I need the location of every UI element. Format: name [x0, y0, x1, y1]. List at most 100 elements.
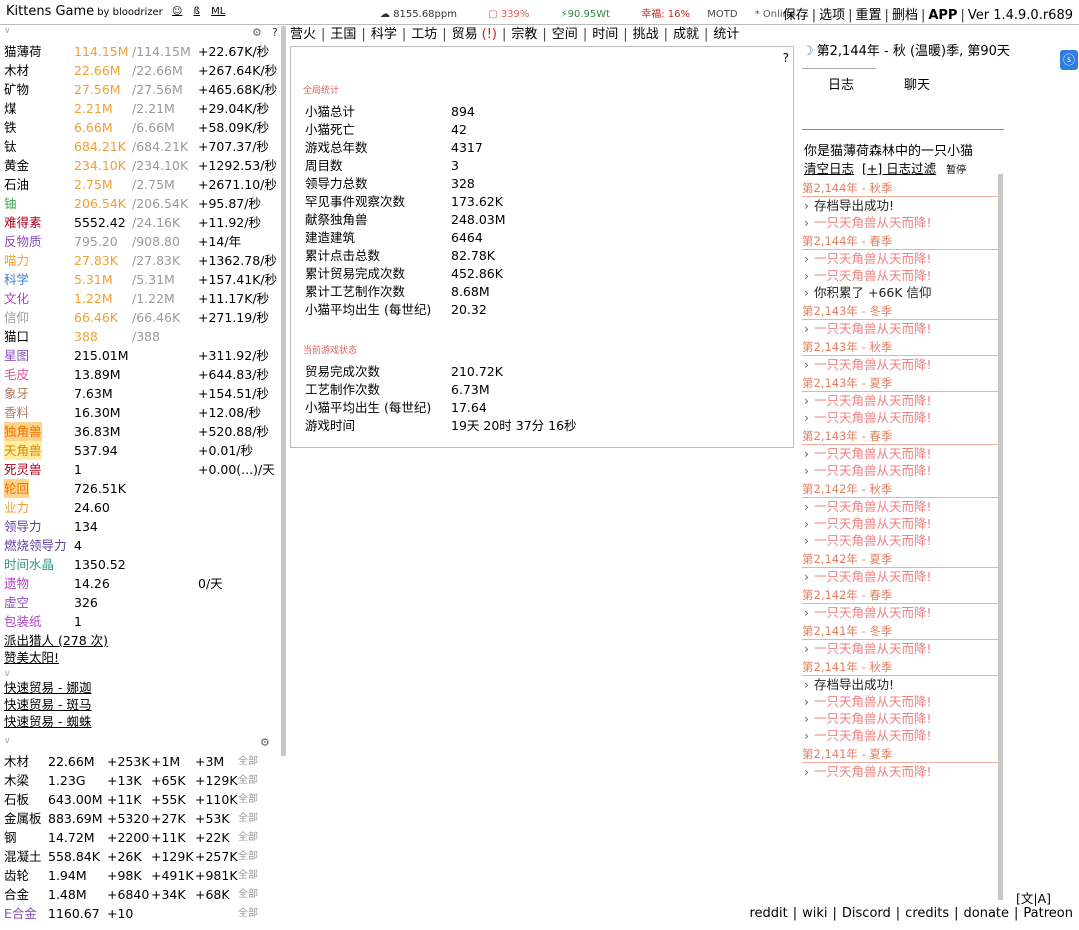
- craft-medium-button[interactable]: +129K: [151, 847, 194, 866]
- resource-name[interactable]: 遗物: [4, 574, 29, 593]
- craft-small-button[interactable]: +10: [107, 904, 133, 923]
- tab-1[interactable]: 王国: [330, 27, 356, 42]
- beta-link[interactable]: ß: [194, 6, 200, 17]
- fast-trade-naga-link[interactable]: 快速贸易 - 娜迦: [0, 679, 280, 696]
- resource-name[interactable]: 领导力: [4, 517, 42, 536]
- resource-name[interactable]: 文化: [4, 289, 29, 308]
- motd-link[interactable]: MOTD: [707, 9, 737, 20]
- craft-large-button[interactable]: +22K: [195, 828, 230, 847]
- fast-trade-spider-link[interactable]: 快速贸易 - 蜘蛛: [0, 713, 280, 730]
- footer-link-discord[interactable]: Discord: [842, 906, 891, 921]
- praise-sun-link[interactable]: 赞美太阳!: [0, 649, 280, 666]
- craft-large-button[interactable]: +129K: [195, 771, 238, 790]
- resource-name[interactable]: 铀: [4, 194, 17, 213]
- resource-name[interactable]: 铁: [4, 118, 17, 137]
- resource-name[interactable]: 黄金: [4, 156, 29, 175]
- craft-all-button[interactable]: 全部: [238, 904, 258, 923]
- resource-name[interactable]: 矿物: [4, 80, 29, 99]
- resources-collapse-icon[interactable]: ∨: [0, 26, 280, 36]
- tab-7[interactable]: 时间: [592, 27, 618, 42]
- wipe-button[interactable]: 删档: [892, 8, 918, 23]
- resource-name[interactable]: 香料: [4, 403, 29, 422]
- craft-large-button[interactable]: +110K: [195, 790, 238, 809]
- craft-large-button[interactable]: +3M: [195, 752, 224, 771]
- resource-name[interactable]: 虚空: [4, 593, 29, 612]
- tab-6[interactable]: 空间: [552, 27, 578, 42]
- tab-9[interactable]: 成就: [673, 27, 699, 42]
- craft-large-button[interactable]: +981K: [195, 866, 238, 885]
- fast-trade-zebra-link[interactable]: 快速贸易 - 斑马: [0, 696, 280, 713]
- resource-name[interactable]: 毛皮: [4, 365, 29, 384]
- craft-gear-icon[interactable]: ⚙: [260, 736, 270, 749]
- tab-5[interactable]: 宗教: [511, 27, 537, 42]
- craft-medium-button[interactable]: +1M: [151, 752, 180, 771]
- tab-8[interactable]: 挑战: [633, 27, 659, 42]
- log-scrollbar[interactable]: [998, 174, 1003, 900]
- resource-name[interactable]: 包装纸: [4, 612, 42, 631]
- tab-0[interactable]: 营火: [290, 27, 316, 42]
- craft-small-button[interactable]: +253K: [107, 752, 150, 771]
- resource-name[interactable]: 死灵兽: [4, 460, 42, 479]
- resource-name[interactable]: 钛: [4, 137, 17, 156]
- trade-collapse-icon[interactable]: ∨: [0, 669, 280, 679]
- craft-all-button[interactable]: 全部: [238, 847, 258, 866]
- craft-medium-button[interactable]: +65K: [151, 771, 186, 790]
- tab-2[interactable]: 科学: [371, 27, 397, 42]
- craft-small-button[interactable]: +2200: [107, 828, 149, 847]
- craft-all-button[interactable]: 全部: [238, 866, 258, 885]
- craft-small-button[interactable]: +6840: [107, 885, 149, 904]
- craft-collapse-icon[interactable]: ∨: [0, 736, 280, 746]
- resource-name[interactable]: 猫口: [4, 327, 29, 346]
- clear-log-link[interactable]: 清空日志: [804, 161, 854, 176]
- tab-10[interactable]: 统计: [713, 27, 739, 42]
- resource-name[interactable]: 反物质: [4, 232, 42, 251]
- craft-all-button[interactable]: 全部: [238, 752, 258, 771]
- footer-link-wiki[interactable]: wiki: [802, 906, 827, 921]
- log-filter-link[interactable]: [+] 日志过滤: [862, 161, 936, 176]
- resource-name[interactable]: 猫薄荷: [4, 42, 42, 61]
- craft-large-button[interactable]: +68K: [195, 885, 230, 904]
- pause-log-link[interactable]: 暂停: [946, 165, 966, 176]
- resource-name[interactable]: 轮回: [4, 479, 30, 498]
- app-button[interactable]: APP: [928, 8, 957, 23]
- tab-chat[interactable]: 聊天: [904, 74, 930, 93]
- craft-small-button[interactable]: +5320: [107, 809, 149, 828]
- tab-3[interactable]: 工坊: [411, 27, 437, 42]
- translate-badge-icon[interactable]: ⓢ: [1060, 50, 1078, 70]
- craft-all-button[interactable]: 全部: [238, 771, 258, 790]
- craft-small-button[interactable]: +13K: [107, 771, 142, 790]
- resource-name[interactable]: 独角兽: [4, 422, 42, 441]
- resource-name[interactable]: 业力: [4, 498, 29, 517]
- craft-all-button[interactable]: 全部: [238, 885, 258, 904]
- footer-link-patreon[interactable]: Patreon: [1023, 906, 1073, 921]
- resources-gear-icon[interactable]: ⚙: [252, 26, 262, 39]
- footer-link-reddit[interactable]: reddit: [749, 906, 787, 921]
- craft-medium-button[interactable]: +491K: [151, 866, 194, 885]
- craft-large-button[interactable]: +53K: [195, 809, 230, 828]
- send-hunters-link[interactable]: 派出猎人 (278 次): [0, 632, 280, 649]
- craft-large-button[interactable]: +257K: [195, 847, 238, 866]
- ml-link[interactable]: ML: [211, 6, 225, 17]
- language-toggle[interactable]: [文|A]: [1016, 888, 1051, 907]
- resource-name[interactable]: 科学: [4, 270, 29, 289]
- resource-name[interactable]: 象牙: [4, 384, 29, 403]
- resource-name[interactable]: 难得素: [4, 213, 42, 232]
- options-button[interactable]: 选项: [819, 8, 845, 23]
- resource-name[interactable]: 煤: [4, 99, 17, 118]
- left-scrollbar[interactable]: [281, 26, 286, 756]
- craft-medium-button[interactable]: +34K: [151, 885, 186, 904]
- craft-small-button[interactable]: +26K: [107, 847, 142, 866]
- resource-name[interactable]: 天角兽: [4, 441, 42, 460]
- resources-help-icon[interactable]: ?: [272, 26, 278, 39]
- craft-all-button[interactable]: 全部: [238, 809, 258, 828]
- tab-4[interactable]: 贸易: [452, 27, 478, 42]
- craft-medium-button[interactable]: +55K: [151, 790, 186, 809]
- craft-small-button[interactable]: +11K: [107, 790, 142, 809]
- footer-link-donate[interactable]: donate: [964, 906, 1010, 921]
- resource-name[interactable]: 木材: [4, 61, 29, 80]
- craft-all-button[interactable]: 全部: [238, 790, 258, 809]
- resource-name[interactable]: 燃烧领导力: [4, 536, 67, 555]
- resource-name[interactable]: 信仰: [4, 308, 29, 327]
- reset-button[interactable]: 重置: [856, 8, 882, 23]
- tab-log[interactable]: 日志: [828, 74, 854, 93]
